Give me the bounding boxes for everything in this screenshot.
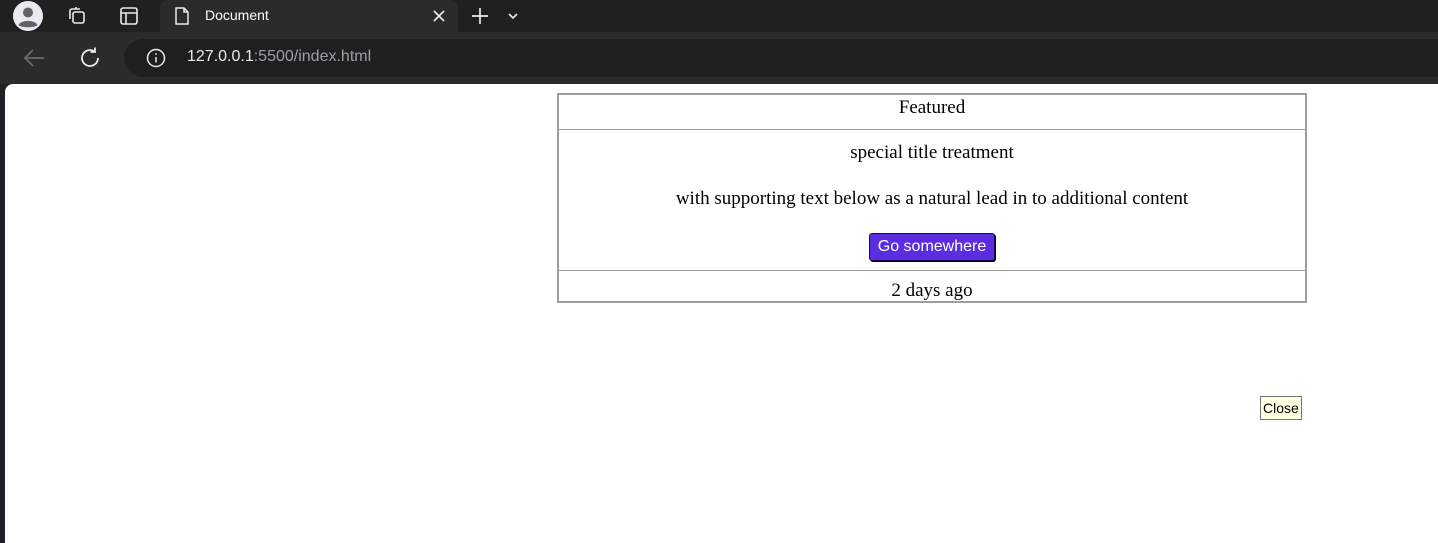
go-somewhere-button[interactable]: Go somewhere <box>868 233 996 261</box>
back-icon[interactable] <box>22 47 46 74</box>
reload-icon[interactable] <box>78 46 102 75</box>
address-bar[interactable]: 127.0.0.1:5500/index.html <box>124 39 1438 77</box>
tab-actions-icon[interactable] <box>109 0 149 32</box>
card-text: with supporting text below as a natural … <box>675 188 1189 209</box>
card-footer: 2 days ago <box>559 270 1305 302</box>
browser-tab-strip: Document <box>0 0 1438 33</box>
tab-title: Document <box>205 7 269 23</box>
url-host: 127.0.0.1 <box>187 48 254 65</box>
close-tab-icon[interactable] <box>432 9 446 28</box>
profile-avatar-icon[interactable] <box>8 0 48 32</box>
tab-search-chevron-icon[interactable] <box>493 0 533 32</box>
url-text[interactable]: 127.0.0.1:5500/index.html <box>187 48 371 66</box>
card-title: special title treatment <box>850 142 1014 163</box>
document-icon <box>174 7 190 30</box>
close-tooltip: Close <box>1260 396 1302 420</box>
featured-card: Featured special title treatment with su… <box>557 93 1307 303</box>
tab-document[interactable]: Document <box>160 0 458 33</box>
card-button-wrapper: Go somewhere <box>559 233 1305 261</box>
workspaces-icon[interactable] <box>57 0 97 32</box>
url-path: :5500/index.html <box>253 48 372 65</box>
site-info-icon[interactable] <box>146 48 166 73</box>
browser-toolbar: 127.0.0.1:5500/index.html <box>0 32 1438 84</box>
card-header: Featured <box>559 95 1305 130</box>
page-viewport: Featured special title treatment with su… <box>5 84 1438 543</box>
